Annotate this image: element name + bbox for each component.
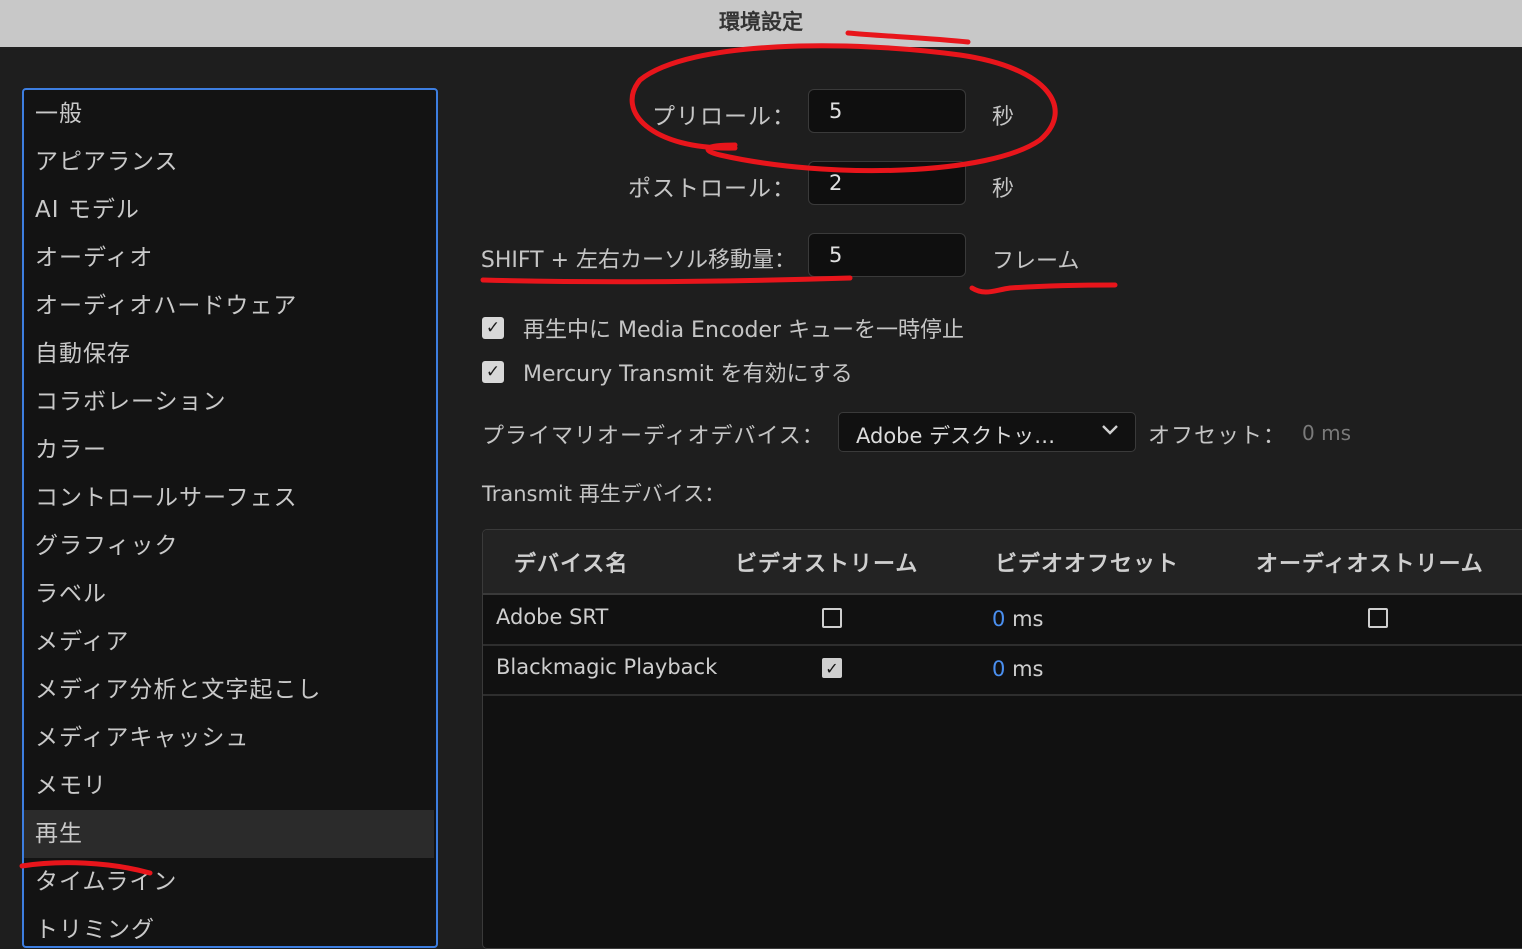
title-bar: 環境設定 <box>0 0 1522 49</box>
sidebar-item-timeline[interactable]: タイムライン <box>24 858 436 906</box>
shift-move-underline-annotation <box>480 275 853 285</box>
sidebar-item-media-analysis[interactable]: メディア分析と文字起こし <box>24 666 436 714</box>
video-offset-cell: 0 ms <box>992 657 1043 681</box>
pause-encoder-option[interactable]: ✓ 再生中に Media Encoder キューを一時停止 <box>482 314 964 343</box>
mercury-transmit-option[interactable]: ✓ Mercury Transmit を有効にする <box>482 358 853 387</box>
video-offset-unit: ms <box>1012 607 1044 631</box>
mercury-transmit-checkbox[interactable]: ✓ <box>482 361 504 383</box>
column-header-device-name[interactable]: デバイス名 <box>514 546 628 578</box>
chevron-down-icon <box>1102 425 1118 435</box>
offset-value[interactable]: 0 ms <box>1302 421 1351 445</box>
sidebar-item-audio[interactable]: オーディオ <box>24 234 436 282</box>
audio-device-value: Adobe デスクトッ… <box>856 424 1056 448</box>
table-row[interactable]: Adobe SRT 0 ms <box>483 594 1522 646</box>
sidebar-item-auto-save[interactable]: 自動保存 <box>24 330 436 378</box>
video-offset-value[interactable]: 0 <box>992 607 1005 631</box>
postroll-unit: 秒 <box>992 177 1015 202</box>
preroll-label: プリロール： <box>652 104 796 130</box>
postroll-input[interactable]: 2 <box>808 161 966 205</box>
preferences-category-list[interactable]: 一般 アピアランス AI モデル オーディオ オーディオハードウェア 自動保存 … <box>22 88 438 948</box>
video-stream-checkbox[interactable] <box>822 608 842 628</box>
column-header-audio-stream[interactable]: オーディオストリーム <box>1256 546 1484 578</box>
table-row[interactable]: Blackmagic Playback ✓ 0 ms <box>483 644 1522 696</box>
video-offset-cell: 0 ms <box>992 607 1043 631</box>
device-name: Adobe SRT <box>496 605 609 629</box>
preroll-unit: 秒 <box>992 105 1015 130</box>
column-header-video-stream[interactable]: ビデオストリーム <box>735 546 918 578</box>
sidebar-item-memory[interactable]: メモリ <box>24 762 436 810</box>
device-name: Blackmagic Playback <box>496 655 718 679</box>
sidebar-item-playback[interactable]: 再生 <box>24 810 434 858</box>
sidebar-item-control-surface[interactable]: コントロールサーフェス <box>24 474 436 522</box>
sidebar-item-media-cache[interactable]: メディアキャッシュ <box>24 714 436 762</box>
frame-unit-underline-annotation <box>969 282 1118 295</box>
transmit-devices-table: デバイス名 ビデオストリーム ビデオオフセット オーディオストリーム Adobe… <box>482 529 1522 949</box>
sidebar-item-graphics[interactable]: グラフィック <box>24 522 436 570</box>
postroll-label: ポストロール： <box>628 176 796 202</box>
sidebar-item-audio-hardware[interactable]: オーディオハードウェア <box>24 282 436 330</box>
sidebar-item-ai-models[interactable]: AI モデル <box>24 186 436 234</box>
table-header: デバイス名 ビデオストリーム ビデオオフセット オーディオストリーム <box>483 530 1522 595</box>
audio-stream-checkbox[interactable] <box>1368 608 1388 628</box>
pause-encoder-checkbox[interactable]: ✓ <box>482 317 504 339</box>
offset-label: オフセット： <box>1148 424 1287 449</box>
audio-device-select[interactable]: Adobe デスクトッ… <box>838 412 1136 452</box>
window-title: 環境設定 <box>719 10 803 34</box>
sidebar-item-media[interactable]: メディア <box>24 618 436 666</box>
preroll-input[interactable]: 5 <box>808 89 966 133</box>
shift-move-unit: フレーム <box>992 249 1080 274</box>
sidebar-item-collaboration[interactable]: コラボレーション <box>24 378 436 426</box>
sidebar-item-color[interactable]: カラー <box>24 426 436 474</box>
sidebar-item-general[interactable]: 一般 <box>24 90 436 138</box>
transmit-devices-label: Transmit 再生デバイス： <box>482 482 726 506</box>
mercury-transmit-label: Mercury Transmit を有効にする <box>523 362 853 387</box>
sidebar-item-labels[interactable]: ラベル <box>24 570 436 618</box>
column-header-video-offset[interactable]: ビデオオフセット <box>995 546 1179 578</box>
sidebar-item-appearance[interactable]: アピアランス <box>24 138 436 186</box>
sidebar-item-trimming[interactable]: トリミング <box>24 906 436 946</box>
shift-move-label: SHIFT + 左右カーソル移動量： <box>480 248 796 273</box>
pause-encoder-label: 再生中に Media Encoder キューを一時停止 <box>523 318 964 343</box>
audio-device-label: プライマリオーディオデバイス： <box>482 424 825 449</box>
video-offset-unit: ms <box>1012 657 1044 681</box>
video-offset-value[interactable]: 0 <box>992 657 1005 681</box>
shift-move-input[interactable]: 5 <box>808 233 966 277</box>
video-stream-checkbox[interactable]: ✓ <box>822 658 842 678</box>
